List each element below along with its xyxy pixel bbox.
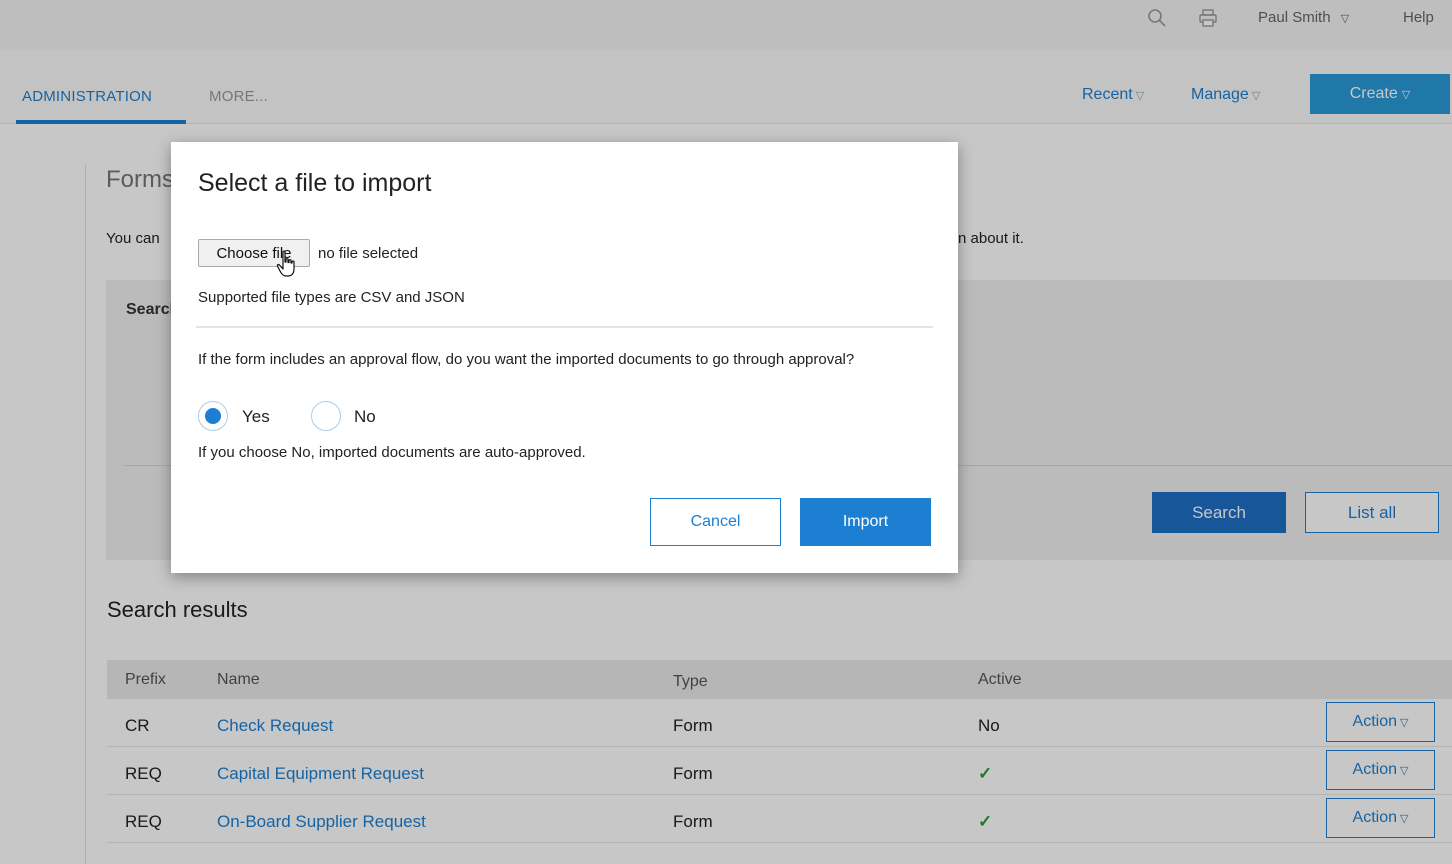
import-button[interactable]: Import <box>800 498 931 546</box>
hand-cursor-icon <box>276 250 295 277</box>
import-file-dialog: Select a file to import Choose file no f… <box>171 142 958 573</box>
dialog-title: Select a file to import <box>198 169 432 197</box>
approval-question: If the form includes an approval flow, d… <box>198 351 855 368</box>
supported-types-text: Supported file types are CSV and JSON <box>198 289 465 306</box>
auto-approve-hint: If you choose No, imported documents are… <box>198 444 586 461</box>
cancel-button[interactable]: Cancel <box>650 498 781 546</box>
radio-yes-label[interactable]: Yes <box>242 407 270 427</box>
radio-yes[interactable] <box>198 401 228 431</box>
radio-no[interactable] <box>311 401 341 431</box>
radio-no-label[interactable]: No <box>354 407 376 427</box>
selected-file-status: no file selected <box>318 245 419 262</box>
dialog-divider <box>196 326 933 328</box>
